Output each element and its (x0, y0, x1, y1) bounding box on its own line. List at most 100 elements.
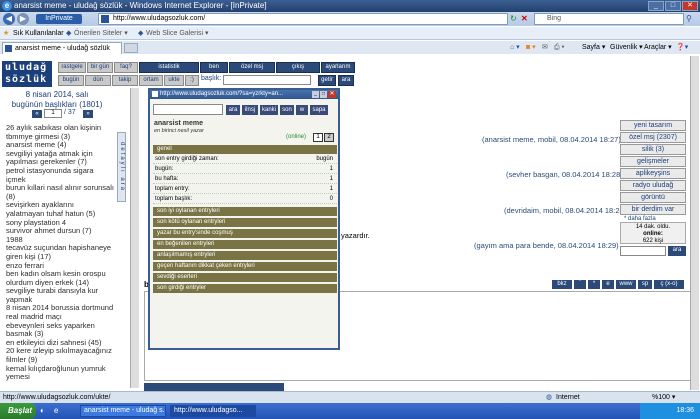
minimize-button[interactable]: _ (648, 1, 664, 11)
page-scrollbar[interactable] (690, 56, 699, 390)
nav-istatistik[interactable]: istatistik (139, 62, 199, 73)
nav-bir-gun[interactable]: bir gün (87, 62, 113, 73)
popup-section-link[interactable]: son girdiği entryler (153, 284, 337, 293)
print-icon[interactable]: ⎙ ▾ (554, 41, 565, 54)
popup-section-link[interactable]: yazar bu entry'sinde coşmuş (153, 229, 337, 238)
back-icon[interactable]: ◀ (3, 13, 15, 25)
popup-ara-button[interactable]: ara (226, 105, 240, 115)
menu-radio[interactable]: radyo uludağ (620, 180, 686, 191)
detailed-search-tab[interactable]: detaylı ara (117, 132, 126, 202)
topic-item[interactable]: 8 nisan 2014 borussia dortmund real madr… (6, 304, 114, 321)
e-button[interactable]: e (602, 280, 614, 289)
nav-bugun[interactable]: bugün (58, 75, 84, 86)
popup-son-button[interactable]: son (280, 105, 294, 115)
menu-gorunum[interactable]: görüntü (620, 192, 686, 203)
tools-menu[interactable]: Araçlar ▾ (644, 41, 672, 54)
bkz-button[interactable]: bkz (552, 280, 572, 289)
popup-section-link[interactable]: sevdiği eserleri (153, 273, 337, 282)
popup-section-link[interactable]: son kötü oylanan entryleri (153, 218, 337, 227)
menu-silik[interactable]: silik (3) (620, 144, 686, 155)
stop-icon[interactable]: ✕ (521, 14, 529, 24)
entry-meta[interactable]: (sevher basgan, 08.04.2014 18:28) (506, 170, 623, 179)
forward-icon[interactable]: ▶ (17, 13, 29, 25)
topic-item[interactable]: ebeveynleri seks yaparken basmak (3) (6, 321, 114, 339)
right-search-input[interactable] (620, 246, 666, 256)
topic-item[interactable]: sevgiliye turabi dansıyla kur yapmak (6, 286, 114, 304)
quicklaunch-icon[interactable]: ◐ (40, 406, 50, 416)
task-button[interactable]: anarsist meme - uludağ s... (80, 405, 166, 417)
right-search-button[interactable]: ara (668, 246, 686, 256)
new-tab-button[interactable] (124, 43, 138, 53)
nav-takip[interactable]: takip (112, 75, 138, 86)
menu-applications[interactable]: aplikeyşins (620, 168, 686, 179)
editor-bottom-buttons[interactable] (144, 383, 284, 391)
popup-section-link[interactable]: geçen haftanın dikkat çeken entryleri (153, 262, 337, 271)
safety-menu[interactable]: Güvenlik ▾ (610, 41, 643, 54)
url-input[interactable]: http://www.uludagsozluk.com/ (98, 13, 508, 25)
popup-search-input[interactable] (153, 104, 223, 115)
popup-section-link[interactable]: son iyi oylanan entryleri (153, 207, 337, 216)
popup-sapa-button[interactable]: sapa (310, 105, 328, 115)
popup-kanki-button[interactable]: kanki (260, 105, 278, 115)
ara-button[interactable]: ara (338, 75, 354, 86)
maximize-button[interactable]: □ (665, 1, 681, 11)
page-select[interactable]: 1 (44, 109, 62, 118)
topic-item[interactable]: kemal kılıçdaroğlunun yumruk yemesi (6, 364, 114, 382)
topic-item[interactable]: burun kıllari nasıl alınır sorunsalı (8) (6, 183, 114, 201)
tab-active[interactable]: anarsist meme - uludağ sözlük (2, 42, 122, 54)
entry-meta[interactable]: (anarsist meme, mobil, 08.04.2014 18:27) (482, 135, 621, 144)
www-button[interactable]: www (616, 280, 636, 289)
webslice-gallery-link[interactable]: Web Slice Galerisi ▾ (146, 27, 209, 40)
topic-item[interactable]: petrol istasyonunda sigara içmek (6, 166, 114, 184)
quicklaunch-ie-icon[interactable]: e (54, 406, 64, 416)
refresh-icon[interactable]: ↻ (510, 14, 518, 24)
popup-w-button[interactable]: w (296, 105, 308, 115)
topic-item[interactable]: 26 aylık sabıkası olan kişinin tbmmye gi… (6, 123, 114, 141)
nav-ozel-msj[interactable]: özel msj (229, 62, 275, 73)
close-button[interactable]: ✕ (682, 1, 698, 11)
star-button[interactable]: * (588, 280, 600, 289)
menu-gelismeler[interactable]: gelişmeler (620, 156, 686, 167)
suggested-sites-link[interactable]: Önerilen Siteler ▾ (74, 27, 128, 40)
rss-icon[interactable]: ◙ ▾ (526, 41, 536, 54)
getir-button[interactable]: getir (318, 75, 336, 86)
popup-section-link[interactable]: en beğenilen entryleri (153, 240, 337, 249)
prev-page-icon[interactable]: « (32, 110, 42, 118)
home-icon[interactable]: ⌂ ▾ (510, 41, 520, 54)
topic-item[interactable]: ben kadın olsam kesin orospu olurdum diy… (6, 269, 114, 287)
search-input[interactable]: Bing (534, 13, 684, 25)
task-button-active[interactable]: http://www.uludagso... (170, 405, 256, 417)
help-menu[interactable]: ❓▾ (676, 41, 688, 54)
start-button[interactable]: Başlat (0, 403, 36, 419)
zoom-level[interactable]: %100 ▾ (652, 392, 675, 403)
entry-meta[interactable]: (devridaim, mobil, 08.04.2014 18:28) (504, 206, 626, 215)
nav-rastgele[interactable]: rastgele (58, 62, 86, 73)
topic-item[interactable]: sevişirken ayaklarını yalatmayan tuhaf h… (6, 200, 114, 218)
topic-item[interactable]: 20 kere izleyip sıkılmayacağınız filmler… (6, 347, 114, 364)
nav-ayarlarim[interactable]: ayarlarım (321, 62, 355, 73)
mail-icon[interactable]: ✉ (542, 41, 548, 54)
popup-section-link[interactable]: anlaşılmamış entryleri (153, 251, 337, 260)
nav-faq[interactable]: faq? (114, 62, 138, 73)
nav-smiley[interactable]: :) (185, 75, 199, 86)
popup-maximize-button[interactable]: □ (320, 91, 327, 98)
title-search-input[interactable] (223, 75, 311, 85)
menu-bir-derdim-var[interactable]: bir derdim var (620, 204, 686, 215)
page-menu[interactable]: Sayfa ▾ (582, 41, 605, 54)
popup-close-button[interactable]: ✕ (328, 91, 336, 98)
topic-item[interactable]: sevgiliyi yatağa atmak için yapılması ge… (6, 149, 114, 167)
site-logo[interactable]: uludağ sözlük (2, 61, 52, 87)
popup-tab-1[interactable]: 1 (313, 133, 323, 142)
popup-tab-2[interactable]: 2 (324, 133, 334, 142)
backtick-button[interactable]: ` (574, 280, 586, 289)
nav-dun[interactable]: dün (85, 75, 111, 86)
nav-ortam[interactable]: ortam (139, 75, 163, 86)
menu-new-design[interactable]: yeni tasarım (620, 120, 686, 131)
topic-item[interactable]: tecavüz suçundan hapishaneye giren kişi … (6, 243, 114, 261)
counter-button[interactable]: ç (x-o) (654, 280, 684, 289)
nav-cikis[interactable]: çıkış (276, 62, 320, 73)
search-icon[interactable]: ⚲ (686, 14, 696, 24)
popup-msj-button[interactable]: ilnsj (242, 105, 258, 115)
popup-minimize-button[interactable]: _ (312, 91, 319, 98)
nav-ben[interactable]: ben (200, 62, 228, 73)
